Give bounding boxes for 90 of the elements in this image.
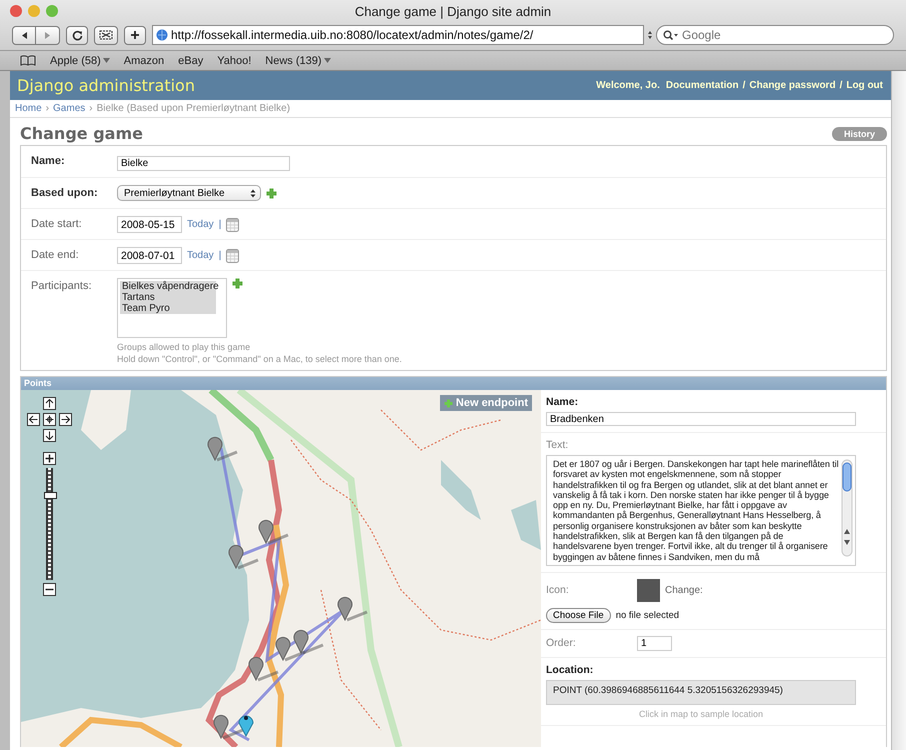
plus-icon	[444, 398, 453, 408]
reload-button[interactable]	[66, 26, 88, 44]
page-title: Change game	[20, 124, 143, 143]
field-label: Name:	[546, 396, 580, 408]
site-title: Django administration	[17, 76, 195, 95]
field-label: Date start:	[31, 217, 83, 232]
location-field[interactable]: POINT (60.3986946885611644 5.3205156326293945)	[546, 680, 856, 705]
book-icon[interactable]	[20, 55, 36, 66]
pan-right-button[interactable]	[59, 413, 72, 426]
separator-text: |	[218, 219, 222, 230]
select-dropdown[interactable]: Premierløytnant Bielke	[117, 185, 261, 201]
change-label: Change:	[665, 584, 703, 596]
section-header: Points	[21, 377, 886, 390]
search-field[interactable]: Google	[656, 25, 894, 45]
field-label: Date end:	[31, 248, 80, 263]
plus-icon	[130, 30, 140, 40]
header-link[interactable]: Change password	[749, 80, 836, 91]
separator-text: |	[218, 250, 222, 261]
forward-arrow-icon	[43, 30, 52, 40]
up-arrow-icon	[45, 399, 54, 408]
forward-button[interactable]	[36, 26, 60, 44]
photo-placeholder	[637, 578, 660, 602]
bookmark-item[interactable]: eBay	[178, 54, 204, 66]
order-field[interactable]: 1	[637, 636, 672, 651]
list-option[interactable]: Team Pyro	[120, 303, 216, 314]
name-field[interactable]: Bielke	[117, 156, 290, 171]
reload-icon	[72, 30, 82, 40]
snapshot-button[interactable]	[94, 26, 118, 44]
bookmark-item[interactable]: Yahoo!	[217, 54, 252, 66]
field-label: Name:	[31, 154, 66, 169]
calendar-icon[interactable]	[226, 248, 240, 262]
bookmark-item[interactable]: News (139)	[265, 54, 331, 66]
zoom-in-button[interactable]	[43, 452, 56, 465]
breadcrumb-separator: ›	[46, 103, 50, 114]
plus-icon	[45, 454, 54, 463]
pan-down-button[interactable]	[43, 429, 56, 442]
pan-left-button[interactable]	[27, 413, 40, 426]
separator-text: /	[840, 80, 842, 91]
add-icon[interactable]	[266, 188, 277, 198]
zoom-world-button[interactable]	[43, 413, 56, 426]
breadcrumb-current: Bielke (Based upon Premierløytnant Bielke)	[96, 103, 290, 114]
file-status-text: no file selected	[616, 610, 680, 621]
caret-icon	[324, 58, 331, 63]
list-option[interactable]: Tartans	[120, 292, 216, 303]
address-field[interactable]: http://fossekall.intermedia.uib.no:8080/locatext/admin/notes/game/2/	[152, 25, 644, 45]
pan-up-button[interactable]	[43, 397, 56, 410]
add-icon[interactable]	[232, 278, 243, 289]
right-arrow-icon	[61, 415, 70, 424]
zoom-out-button[interactable]	[43, 583, 56, 596]
breadcrumb-link[interactable]: Home	[15, 103, 42, 114]
header-link[interactable]: Documentation	[666, 80, 739, 91]
updown-icon	[250, 188, 256, 198]
help-text: Groups allowed to play this game	[117, 342, 252, 352]
back-button[interactable]	[12, 26, 36, 44]
dropdown-icon[interactable]	[647, 30, 653, 40]
welcome-text: Welcome, Jo.	[596, 80, 660, 91]
zoom-slider-thumb[interactable]	[44, 492, 57, 499]
back-arrow-icon	[20, 30, 28, 40]
help-text: Hold down "Control", or "Command" on a Mac, to select more than one.	[117, 354, 403, 364]
separator-text: /	[742, 80, 746, 91]
field-label: Participants:	[31, 279, 93, 294]
left-arrow-icon	[29, 415, 38, 424]
caret-icon	[102, 58, 110, 63]
close-icon[interactable]	[10, 5, 22, 17]
globe-icon	[156, 29, 168, 41]
date-field[interactable]: 2008-07-01	[117, 247, 182, 264]
crosshair-icon	[45, 415, 54, 424]
list-option[interactable]: Bielkes våpendragere	[120, 281, 216, 292]
field-label: Based upon:	[31, 186, 99, 201]
bookmark-item[interactable]: Amazon	[124, 54, 164, 66]
field-label: Text:	[546, 439, 570, 451]
breadcrumb-link[interactable]: Games	[53, 103, 86, 114]
breadcrumb-separator: ›	[89, 103, 93, 114]
today-link[interactable]: Today	[187, 250, 214, 261]
down-arrow-icon	[45, 431, 54, 440]
multi-select-list[interactable]: Bielkes våpendragere Tartans Team Pyro	[117, 278, 227, 338]
field-label: Icon:	[546, 584, 570, 596]
header-link[interactable]: Log out	[846, 80, 883, 91]
add-bookmark-button[interactable]	[124, 26, 146, 44]
name-field[interactable]: Bradbenken	[546, 412, 856, 426]
bookmark-item[interactable]: Apple (58)	[50, 54, 110, 66]
calendar-icon[interactable]	[226, 218, 240, 232]
help-text: Click in map to sample location	[638, 708, 764, 719]
snapshot-icon	[99, 30, 113, 40]
choose-file-button[interactable]: Choose File	[546, 608, 611, 623]
field-label: Location:	[546, 664, 594, 676]
today-link[interactable]: Today	[187, 219, 214, 230]
window-title: Change game | Django site admin	[354, 4, 552, 18]
date-field[interactable]: 2008-05-15	[117, 216, 182, 233]
field-label: Order:	[546, 637, 577, 650]
